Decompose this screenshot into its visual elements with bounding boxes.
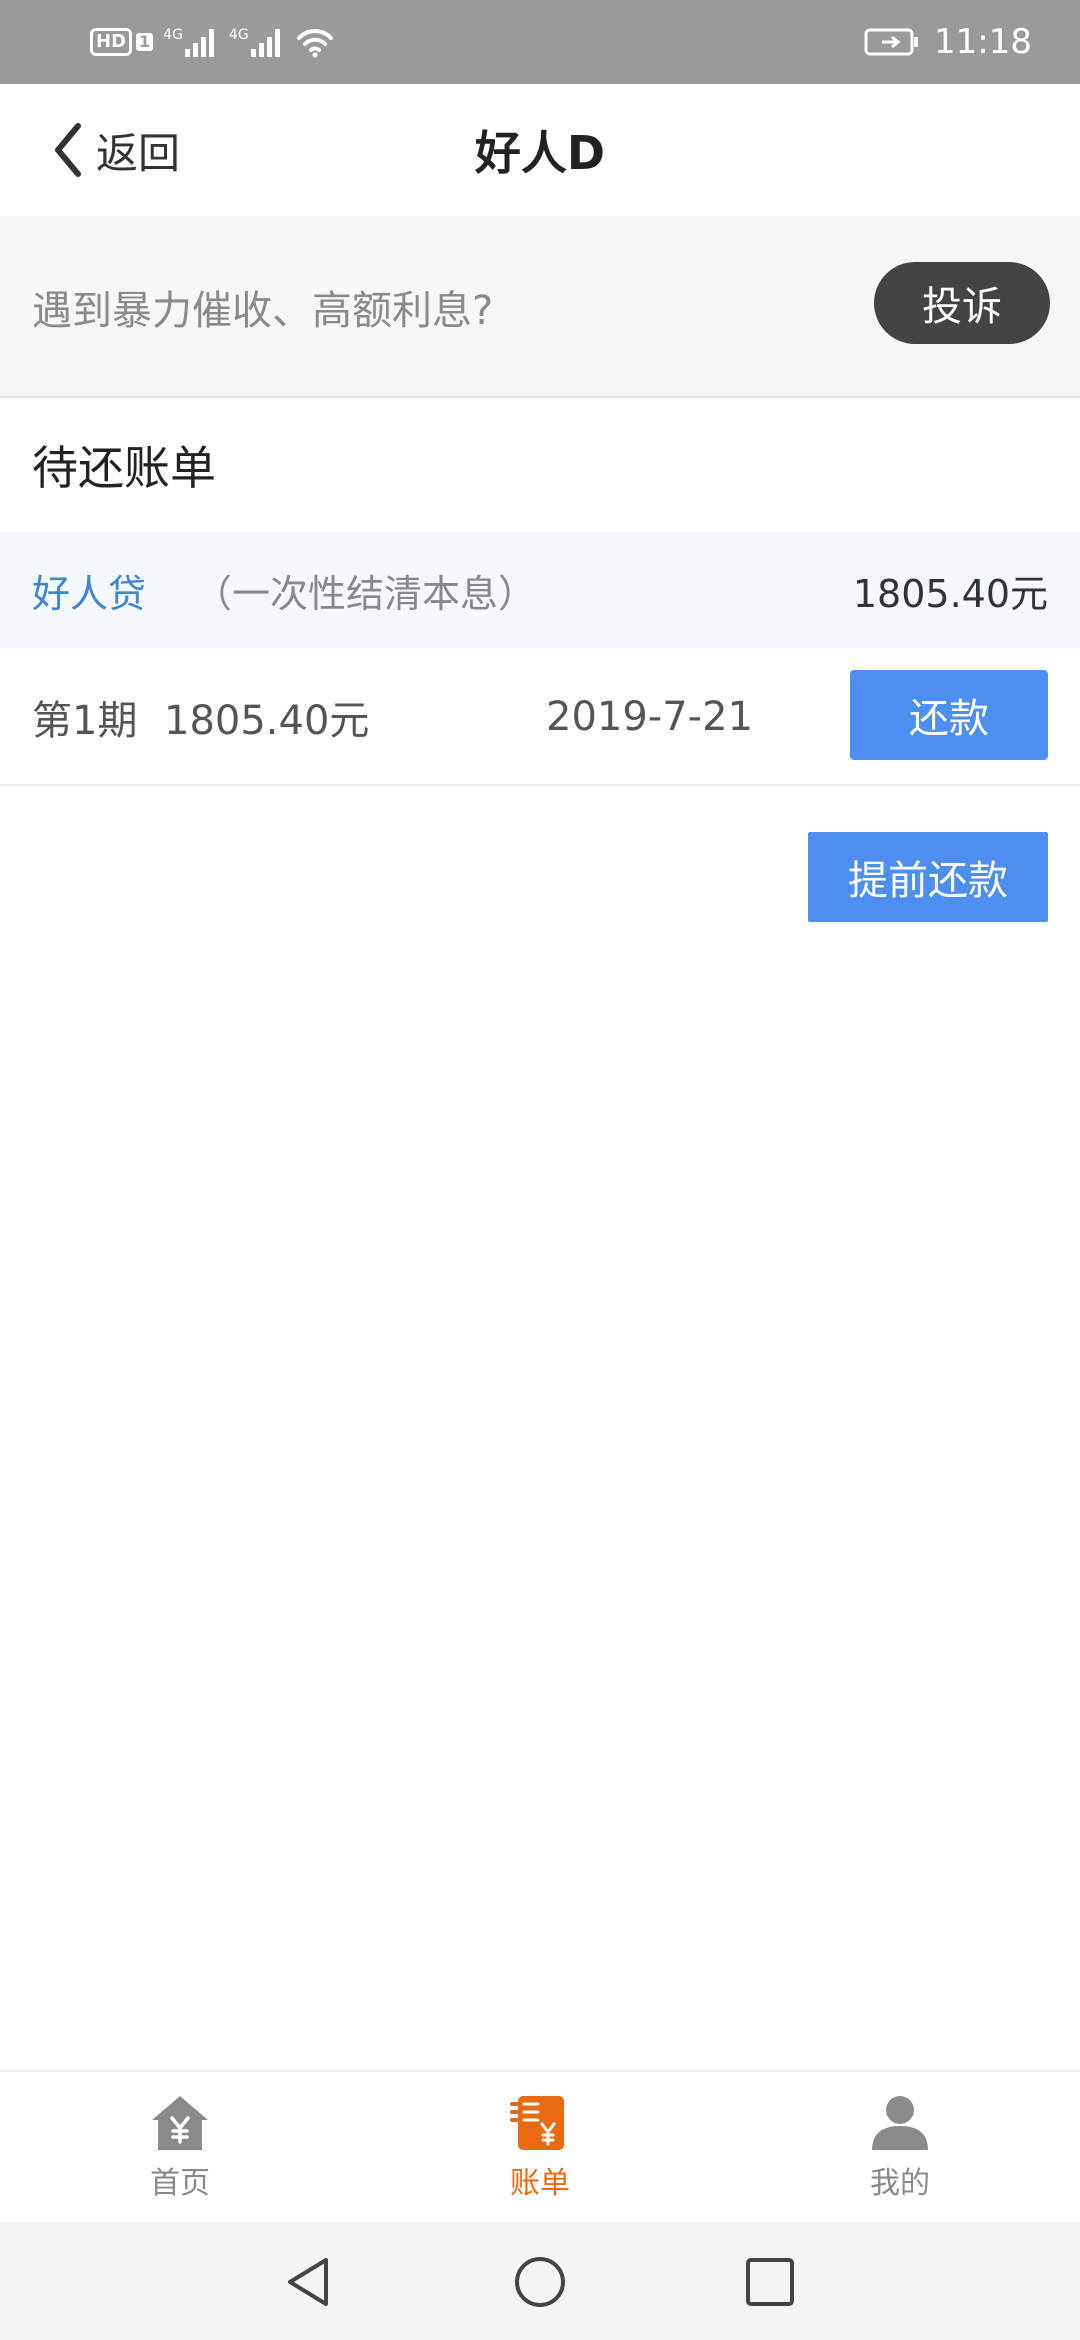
system-nav-bar — [0, 2222, 1080, 2340]
status-left: HD 1 4G 4G — [90, 18, 335, 66]
section-title: 待还账单 — [32, 441, 216, 495]
signal-icon: 4G — [163, 27, 219, 57]
loan-name: 好人贷 — [32, 571, 147, 616]
home-yen-icon — [152, 2096, 208, 2150]
hd-icon: HD 1 — [90, 28, 154, 56]
complaint-text: 遇到暴力催收、高额利息? — [32, 288, 494, 334]
battery-icon — [864, 28, 919, 56]
network-type-2: 4G — [228, 27, 249, 43]
circle-home-icon — [515, 2257, 565, 2307]
nav-recents-button[interactable] — [738, 2250, 802, 2314]
user-icon — [872, 2096, 928, 2150]
repay-button[interactable]: 还款 — [850, 670, 1048, 760]
tab-bill[interactable]: 账单 — [360, 2072, 720, 2222]
screen: HD 1 4G 4G 11:18 返回 好人D 遇到暴力催收、高额利息? 投诉 … — [0, 0, 1080, 2340]
tab-mine[interactable]: 我的 — [720, 2072, 1080, 2222]
status-right: 11:18 — [864, 18, 1032, 66]
square-recents-icon — [746, 2258, 794, 2306]
prepay-button[interactable]: 提前还款 — [808, 832, 1048, 922]
status-bar: HD 1 4G 4G 11:18 — [0, 0, 1080, 84]
loan-header-row: 好人贷 （一次性结清本息） 1805.40元 — [0, 532, 1080, 648]
nav-home-button[interactable] — [508, 2250, 572, 2314]
complaint-banner: 遇到暴力催收、高额利息? 投诉 — [0, 216, 1080, 398]
signal-bars-icon — [184, 29, 214, 57]
installment-period: 第1期 — [32, 698, 138, 744]
triangle-back-icon — [288, 2258, 328, 2306]
nav-back-button[interactable] — [276, 2250, 340, 2314]
sim-number: 1 — [136, 33, 154, 51]
header: 返回 好人D — [0, 84, 1080, 216]
bottom-tab-bar: 首页 账单 我的 — [0, 2070, 1080, 2222]
network-type-1: 4G — [163, 27, 183, 43]
signal-bars-icon — [250, 29, 280, 57]
signal-icon: 4G — [229, 27, 285, 57]
wifi-icon — [296, 29, 333, 58]
bill-icon — [510, 2096, 564, 2150]
tab-label: 我的 — [870, 2166, 930, 2201]
tab-label: 账单 — [510, 2166, 570, 2201]
loan-type: （一次性结清本息） — [194, 571, 537, 616]
status-time: 11:18 — [934, 22, 1032, 62]
page-title: 好人D — [474, 126, 606, 180]
installment-due-date: 2019-7-21 — [546, 694, 754, 740]
tab-home[interactable]: 首页 — [0, 2072, 360, 2222]
hd-label: HD — [90, 28, 133, 56]
loan-total: 1805.40元 — [852, 571, 1048, 616]
tab-label: 首页 — [150, 2166, 210, 2201]
installment-amount: 1805.40元 — [164, 698, 370, 744]
installment-row: 第1期 1805.40元 2019-7-21 还款 — [0, 648, 1080, 786]
complaint-button[interactable]: 投诉 — [874, 262, 1050, 344]
